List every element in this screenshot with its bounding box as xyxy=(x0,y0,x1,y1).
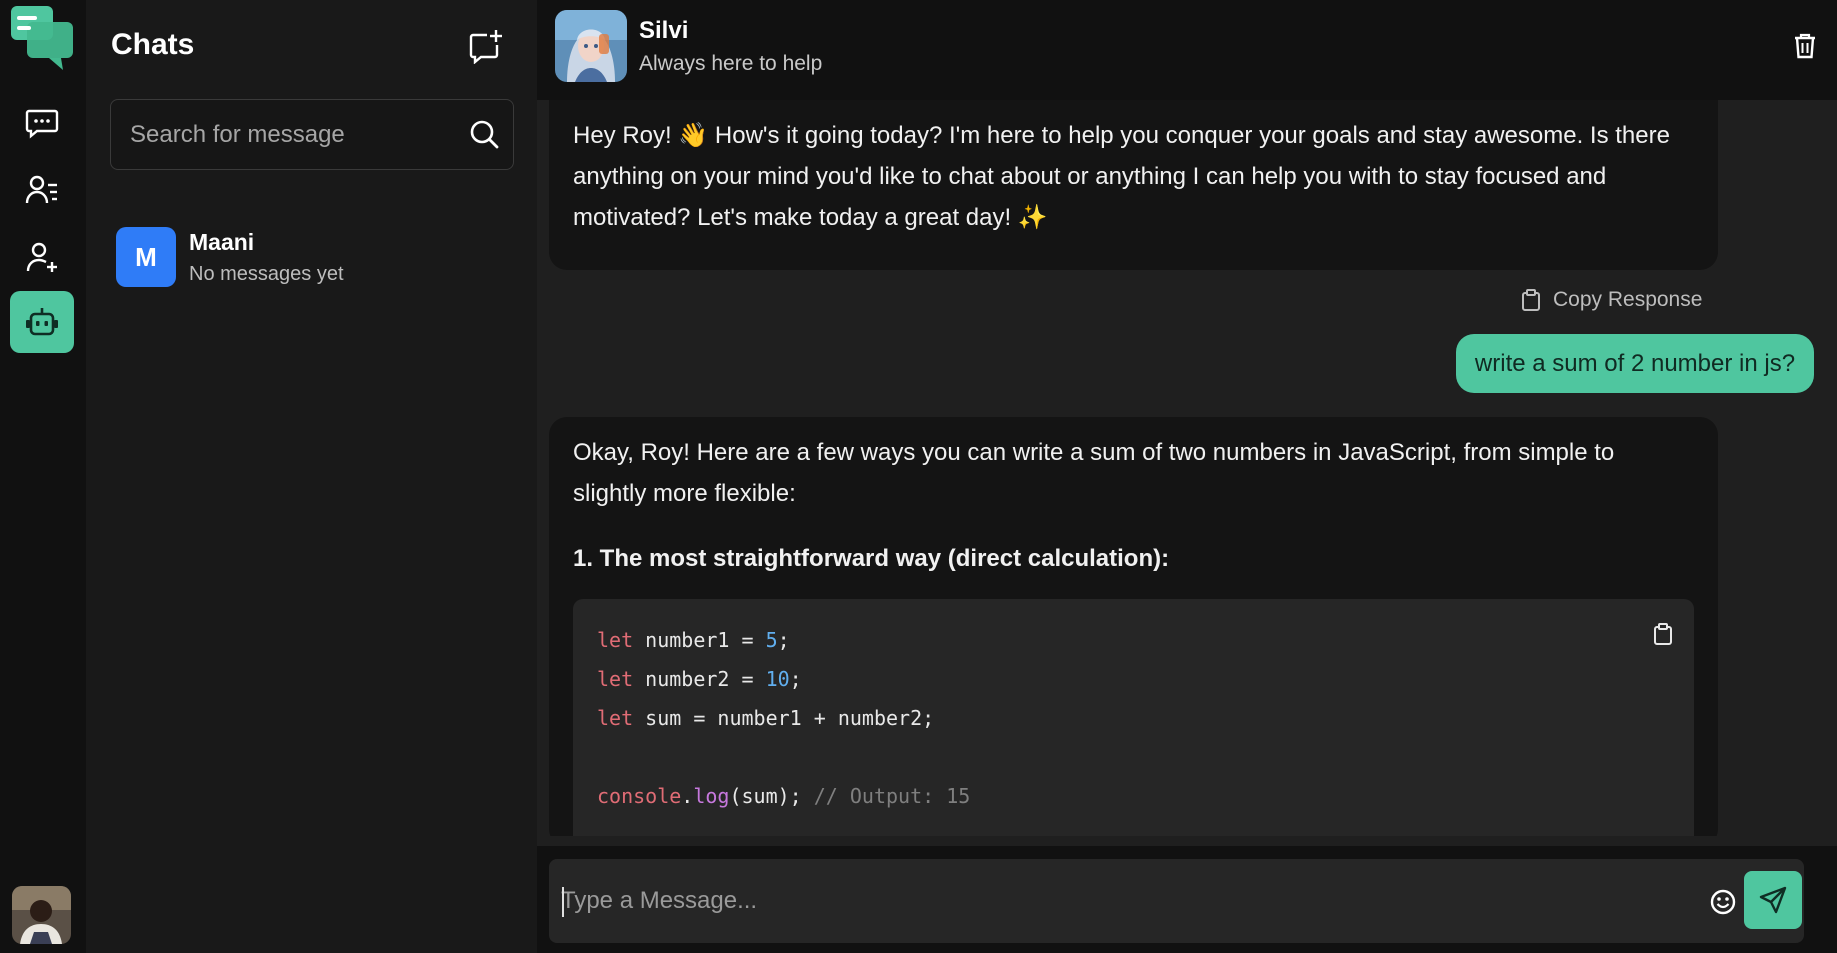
search-input[interactable] xyxy=(111,100,451,169)
contact-item-maani[interactable]: M Maani No messages yet xyxy=(86,215,537,301)
contact-avatar: M xyxy=(116,227,176,287)
bot-name: Silvi xyxy=(639,17,689,44)
user-plus-icon xyxy=(26,242,57,272)
code-text: . xyxy=(681,784,694,808)
contact-preview: No messages yet xyxy=(189,263,344,285)
code-line: let sum = number1 + number2; xyxy=(597,706,934,730)
code-number: 5 xyxy=(765,628,778,652)
message-input[interactable] xyxy=(561,859,1701,943)
code-text: (sum); xyxy=(729,784,814,808)
code-block: let number1 = 5; let number2 = 10; let s… xyxy=(573,599,1694,836)
bot-message: Okay, Roy! Here are a few ways you can w… xyxy=(549,417,1718,836)
copy-response-label: Copy Response xyxy=(1553,288,1703,311)
chat-list-panel: Chats M Maani No messages yet xyxy=(86,0,537,953)
robot-icon xyxy=(26,308,58,336)
user-message-text: write a sum of 2 number in js? xyxy=(1474,349,1796,377)
app-rail xyxy=(0,0,86,953)
rail-contacts-button[interactable] xyxy=(10,159,74,221)
message-dots-icon xyxy=(25,109,59,139)
composer xyxy=(549,859,1804,943)
trash-icon xyxy=(1795,33,1815,59)
panel-title: Chats xyxy=(111,28,195,61)
bot-message-text: Hey Roy! 👋 How's it going today? I'm her… xyxy=(573,122,1670,231)
code-keyword: let xyxy=(597,667,634,691)
code-keyword: let xyxy=(597,706,634,730)
current-user-avatar[interactable] xyxy=(12,886,71,944)
code-text: number1 = xyxy=(633,628,766,652)
code-text: ; xyxy=(777,628,790,652)
bot-reply-intro: Okay, Roy! Here are a few ways you can w… xyxy=(573,439,1615,507)
bot-reply-heading: 1. The most straightforward way (direct … xyxy=(573,545,1170,572)
text-caret xyxy=(562,887,564,917)
code-line: let number2 = 10; xyxy=(597,667,802,691)
rail-add-contact-button[interactable] xyxy=(10,226,74,288)
copy-code-icon[interactable] xyxy=(1653,623,1673,645)
rail-chats-button[interactable] xyxy=(10,92,74,154)
app-logo-icon xyxy=(11,6,74,74)
code-object: console xyxy=(597,784,682,808)
search-icon[interactable] xyxy=(469,119,500,150)
code-number: 10 xyxy=(765,667,790,691)
rail-ai-bot-button[interactable] xyxy=(10,291,74,353)
bot-avatar xyxy=(555,10,627,82)
chat-header: Silvi Always here to help xyxy=(537,0,1837,100)
code-comment: // Output: 15 xyxy=(813,784,971,808)
send-button[interactable] xyxy=(1744,871,1802,929)
clipboard-icon xyxy=(1522,289,1540,311)
delete-chat-button[interactable] xyxy=(1792,32,1818,60)
code-text: number2 = xyxy=(633,667,766,691)
code-keyword: let xyxy=(597,628,634,652)
code-text: ; xyxy=(789,667,802,691)
send-icon xyxy=(1759,886,1787,914)
copy-response-button[interactable]: Copy Response xyxy=(1521,286,1702,314)
code-function: log xyxy=(693,784,730,808)
contact-name: Maani xyxy=(189,229,255,255)
code-line: console.log(sum); // Output: 15 xyxy=(597,784,970,808)
new-chat-button[interactable] xyxy=(467,28,503,65)
code-text: sum = number1 + number2; xyxy=(633,706,935,730)
user-message: write a sum of 2 number in js? xyxy=(1456,334,1814,393)
search-box xyxy=(110,99,514,170)
bot-message: Hey Roy! 👋 How's it going today? I'm her… xyxy=(549,100,1718,270)
new-chat-icon xyxy=(469,30,502,65)
code-line: let number1 = 5; xyxy=(597,628,790,652)
chat-main: Silvi Always here to help Hey Roy! 👋 How… xyxy=(537,0,1837,953)
message-list[interactable]: Hey Roy! 👋 How's it going today? I'm her… xyxy=(537,100,1837,836)
contacts-list-icon xyxy=(25,175,57,204)
bot-status: Always here to help xyxy=(639,52,823,75)
emoji-icon[interactable] xyxy=(1709,888,1737,916)
